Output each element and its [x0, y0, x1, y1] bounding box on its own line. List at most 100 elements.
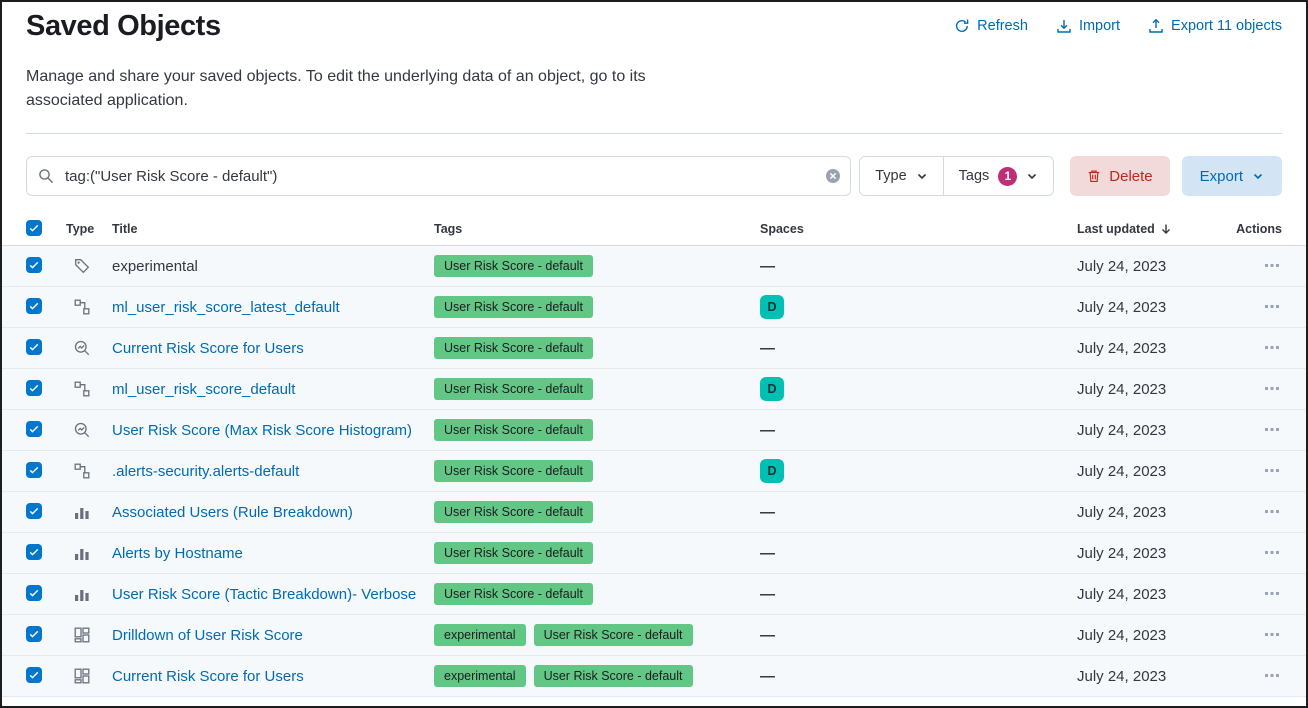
- row-actions-button[interactable]: [1262, 583, 1282, 603]
- transform-icon: [74, 302, 90, 319]
- tag-badge[interactable]: User Risk Score - default: [434, 583, 593, 605]
- row-actions-button[interactable]: [1262, 255, 1282, 275]
- row-checkbox[interactable]: [26, 339, 42, 355]
- table-row: User Risk Score (Tactic Breakdown)- Verb…: [2, 574, 1306, 615]
- object-title-link[interactable]: Drilldown of User Risk Score: [112, 627, 303, 644]
- space-badge: D: [760, 295, 784, 319]
- object-title-link[interactable]: Current Risk Score for Users: [112, 340, 304, 357]
- tag-badge[interactable]: User Risk Score - default: [534, 665, 693, 687]
- tag-icon: [74, 261, 90, 278]
- filter-group: Type Tags 1: [859, 156, 1054, 196]
- space-badge: D: [760, 377, 784, 401]
- object-title-link[interactable]: Current Risk Score for Users: [112, 668, 304, 685]
- row-checkbox[interactable]: [26, 421, 42, 437]
- visualization-icon: [74, 343, 90, 360]
- no-space-dash: —: [760, 340, 775, 357]
- tags-count-badge: 1: [998, 167, 1017, 186]
- type-filter-button[interactable]: Type: [860, 157, 942, 195]
- last-updated-value: July 24, 2023: [1077, 422, 1166, 439]
- row-checkbox[interactable]: [26, 626, 42, 642]
- tag-badge[interactable]: User Risk Score - default: [434, 255, 593, 277]
- export-all-button[interactable]: Export 11 objects: [1148, 18, 1282, 34]
- row-checkbox[interactable]: [26, 585, 42, 601]
- tag-badge[interactable]: User Risk Score - default: [434, 542, 593, 564]
- tags-filter-button[interactable]: Tags 1: [943, 157, 1054, 195]
- refresh-button[interactable]: Refresh: [954, 18, 1028, 34]
- row-actions-button[interactable]: [1262, 337, 1282, 357]
- last-updated-value: July 24, 2023: [1077, 504, 1166, 521]
- sort-desc-icon: [1160, 223, 1172, 235]
- row-actions-button[interactable]: [1262, 378, 1282, 398]
- search-input[interactable]: [26, 156, 851, 196]
- export-icon: [1148, 18, 1164, 34]
- page-description: Manage and share your saved objects. To …: [26, 65, 694, 113]
- column-header-last-updated[interactable]: Last updated: [1060, 222, 1236, 236]
- tag-badge[interactable]: experimental: [434, 665, 526, 687]
- tag-badge[interactable]: User Risk Score - default: [434, 296, 593, 318]
- saved-objects-page: Saved Objects Refresh Import Export 11 o…: [2, 2, 1306, 697]
- import-label: Import: [1079, 18, 1120, 34]
- select-all-checkbox[interactable]: [26, 220, 42, 236]
- delete-button[interactable]: Delete: [1070, 156, 1169, 196]
- row-checkbox[interactable]: [26, 503, 42, 519]
- tag-badge[interactable]: User Risk Score - default: [434, 419, 593, 441]
- row-actions-button[interactable]: [1262, 665, 1282, 685]
- type-filter-label: Type: [875, 168, 906, 184]
- refresh-icon: [954, 18, 970, 34]
- table-row: ml_user_risk_score_default User Risk Scor…: [2, 369, 1306, 410]
- object-title-link[interactable]: User Risk Score (Tactic Breakdown)- Verb…: [112, 586, 416, 603]
- object-title: experimental: [112, 258, 198, 275]
- tag-badge[interactable]: User Risk Score - default: [534, 624, 693, 646]
- object-title-link[interactable]: .alerts-security.alerts-default: [112, 463, 299, 480]
- row-actions-button[interactable]: [1262, 419, 1282, 439]
- last-updated-value: July 24, 2023: [1077, 299, 1166, 316]
- table-row: .alerts-security.alerts-default User Risk…: [2, 451, 1306, 492]
- chevron-down-icon: [1026, 170, 1038, 182]
- tag-badge[interactable]: User Risk Score - default: [434, 460, 593, 482]
- import-icon: [1056, 18, 1072, 34]
- column-header-title[interactable]: Title: [112, 222, 434, 236]
- tag-badge[interactable]: experimental: [434, 624, 526, 646]
- object-title-link[interactable]: ml_user_risk_score_default: [112, 381, 295, 398]
- table-row: Associated Users (Rule Breakdown) User Ri…: [2, 492, 1306, 533]
- import-button[interactable]: Import: [1056, 18, 1120, 34]
- tag-badge[interactable]: User Risk Score - default: [434, 378, 593, 400]
- clear-search-icon[interactable]: [825, 168, 841, 184]
- lens-icon: [74, 589, 90, 606]
- object-title-link[interactable]: Associated Users (Rule Breakdown): [112, 504, 353, 521]
- row-actions-button[interactable]: [1262, 296, 1282, 316]
- row-checkbox[interactable]: [26, 544, 42, 560]
- row-checkbox[interactable]: [26, 298, 42, 314]
- object-title-link[interactable]: Alerts by Hostname: [112, 545, 243, 562]
- lens-icon: [74, 507, 90, 524]
- column-header-tags: Tags: [434, 222, 760, 236]
- visualization-icon: [74, 425, 90, 442]
- last-updated-value: July 24, 2023: [1077, 668, 1166, 685]
- export-selected-label: Export: [1200, 168, 1243, 185]
- table-row: Current Risk Score for Users User Risk Sc…: [2, 328, 1306, 369]
- row-actions-button[interactable]: [1262, 542, 1282, 562]
- last-updated-value: July 24, 2023: [1077, 381, 1166, 398]
- tag-badge[interactable]: User Risk Score - default: [434, 337, 593, 359]
- export-selected-button[interactable]: Export: [1182, 156, 1282, 196]
- object-title-link[interactable]: ml_user_risk_score_latest_default: [112, 299, 340, 316]
- saved-objects-table: Type Title Tags Spaces Last updated Acti…: [2, 212, 1306, 697]
- no-space-dash: —: [760, 586, 775, 603]
- row-actions-button[interactable]: [1262, 624, 1282, 644]
- row-checkbox[interactable]: [26, 380, 42, 396]
- no-space-dash: —: [760, 545, 775, 562]
- row-actions-button[interactable]: [1262, 501, 1282, 521]
- object-title-link[interactable]: User Risk Score (Max Risk Score Histogra…: [112, 422, 412, 439]
- dashboard-icon: [74, 630, 90, 647]
- last-updated-value: July 24, 2023: [1077, 463, 1166, 480]
- row-actions-button[interactable]: [1262, 460, 1282, 480]
- row-checkbox[interactable]: [26, 667, 42, 683]
- lens-icon: [74, 548, 90, 565]
- row-checkbox[interactable]: [26, 462, 42, 478]
- last-updated-value: July 24, 2023: [1077, 586, 1166, 603]
- section-divider: [26, 133, 1282, 134]
- table-row: Current Risk Score for Users experimental…: [2, 656, 1306, 697]
- column-header-type[interactable]: Type: [66, 222, 112, 236]
- row-checkbox[interactable]: [26, 257, 42, 273]
- tag-badge[interactable]: User Risk Score - default: [434, 501, 593, 523]
